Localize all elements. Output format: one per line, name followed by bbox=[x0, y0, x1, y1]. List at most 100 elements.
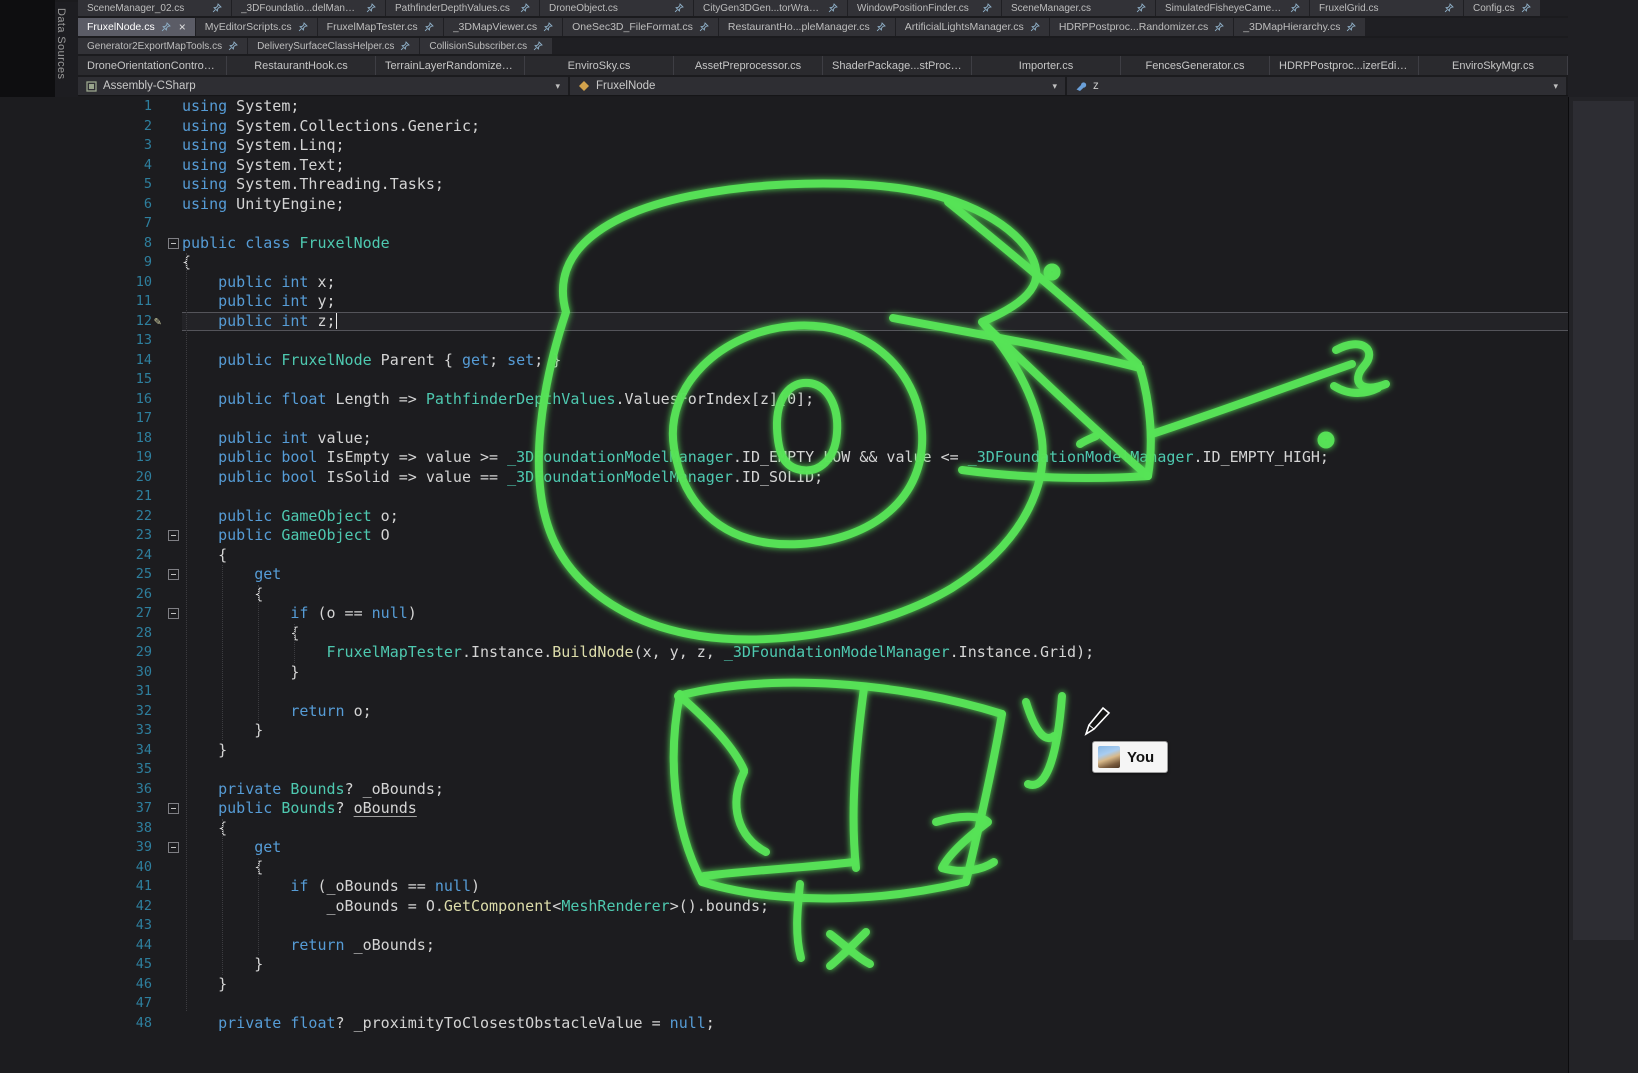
edit-pencil-icon: ✎ bbox=[152, 315, 161, 327]
pin-icon[interactable] bbox=[161, 22, 171, 32]
tab-MyEditorScripts.cs[interactable]: MyEditorScripts.cs bbox=[196, 18, 317, 36]
code-line: 38 { bbox=[0, 819, 1568, 839]
tab-PathfinderDepthValues.cs[interactable]: PathfinderDepthValues.cs bbox=[386, 0, 539, 16]
project-dropdown[interactable]: Assembly-CSharp ▾ bbox=[78, 77, 570, 95]
tab-RestaurantHook.cs[interactable]: RestaurantHook.cs bbox=[227, 56, 376, 75]
scrollbar-thumb[interactable] bbox=[1573, 101, 1634, 940]
tab-ArtificialLightsManager.cs[interactable]: ArtificialLightsManager.cs bbox=[896, 18, 1049, 36]
code-line: 7 bbox=[0, 214, 1568, 234]
pin-icon[interactable] bbox=[1136, 3, 1146, 13]
pin-icon[interactable] bbox=[1521, 3, 1531, 13]
code-line: 39 get bbox=[0, 838, 1568, 858]
tab-AssetPreprocessor.cs[interactable]: AssetPreprocessor.cs bbox=[674, 56, 823, 75]
tab-TerrainLayerRandomizer.cs[interactable]: TerrainLayerRandomizer.cs bbox=[376, 56, 525, 75]
pin-icon[interactable] bbox=[424, 22, 434, 32]
tab-ShaderPackage...stProcessor.cs[interactable]: ShaderPackage...stProcessor.cs bbox=[823, 56, 972, 75]
pin-icon[interactable] bbox=[228, 41, 238, 51]
gutter bbox=[152, 721, 182, 741]
gutter bbox=[152, 643, 182, 663]
fold-collapse-icon[interactable] bbox=[168, 608, 179, 619]
pin-icon[interactable] bbox=[1290, 3, 1300, 13]
tab-SimulatedFisheyeCamera.cs[interactable]: SimulatedFisheyeCamera.cs bbox=[1156, 0, 1309, 16]
tab-CollisionSubscriber.cs[interactable]: CollisionSubscriber.cs bbox=[420, 38, 552, 54]
pin-icon[interactable] bbox=[212, 3, 222, 13]
tab-label: DroneOrientationController.cs bbox=[87, 60, 217, 72]
fold-collapse-icon[interactable] bbox=[168, 803, 179, 814]
pin-icon[interactable] bbox=[674, 3, 684, 13]
pin-icon[interactable] bbox=[828, 3, 838, 13]
fold-collapse-icon[interactable] bbox=[168, 569, 179, 580]
close-tab-icon[interactable]: × bbox=[179, 21, 186, 33]
tab-_3DMapHierarchy.cs[interactable]: _3DMapHierarchy.cs bbox=[1234, 18, 1365, 36]
tab-RestaurantHo...pleManager.cs[interactable]: RestaurantHo...pleManager.cs bbox=[719, 18, 895, 36]
tab-FencesGenerator.cs[interactable]: FencesGenerator.cs bbox=[1121, 56, 1270, 75]
tab-CityGen3DGen...torWrapper.cs[interactable]: CityGen3DGen...torWrapper.cs bbox=[694, 0, 847, 16]
pin-icon[interactable] bbox=[1346, 22, 1356, 32]
tab-FruxelGrid.cs[interactable]: FruxelGrid.cs bbox=[1310, 0, 1463, 16]
class-icon bbox=[578, 80, 590, 92]
pin-icon[interactable] bbox=[298, 22, 308, 32]
pin-icon[interactable] bbox=[1214, 22, 1224, 32]
tab-HDRPPostproc...izerEditor.cs[interactable]: HDRPPostproc...izerEditor.cs bbox=[1270, 56, 1419, 75]
tab-WindowPositionFinder.cs[interactable]: WindowPositionFinder.cs bbox=[848, 0, 1001, 16]
tab-DroneObject.cs[interactable]: DroneObject.cs bbox=[540, 0, 693, 16]
fold-collapse-icon[interactable] bbox=[168, 842, 179, 853]
fold-collapse-icon[interactable] bbox=[168, 530, 179, 541]
tab-EnviroSkyMgr.cs[interactable]: EnviroSkyMgr.cs bbox=[1419, 56, 1568, 75]
tab-_3DMapViewer.cs[interactable]: _3DMapViewer.cs bbox=[444, 18, 562, 36]
line-number: 29 bbox=[0, 643, 152, 663]
line-number: 43 bbox=[0, 916, 152, 936]
tab-label: FruxelGrid.cs bbox=[1319, 3, 1438, 14]
tab-HDRPPostproc...Randomizer.cs[interactable]: HDRPPostproc...Randomizer.cs bbox=[1050, 18, 1233, 36]
gutter bbox=[152, 429, 182, 449]
tab-label: SceneManager_02.cs bbox=[87, 3, 206, 14]
code-line: 35 bbox=[0, 760, 1568, 780]
line-number: 44 bbox=[0, 936, 152, 956]
code-editor[interactable]: 1using System;2using System.Collections.… bbox=[0, 97, 1568, 1073]
pin-icon[interactable] bbox=[520, 3, 530, 13]
pin-icon[interactable] bbox=[1030, 22, 1040, 32]
pin-icon[interactable] bbox=[366, 3, 376, 13]
pin-icon[interactable] bbox=[876, 22, 886, 32]
project-icon bbox=[86, 81, 97, 92]
tab-FruxelMapTester.cs[interactable]: FruxelMapTester.cs bbox=[318, 18, 443, 36]
fold-collapse-icon[interactable] bbox=[168, 238, 179, 249]
gutter bbox=[152, 936, 182, 956]
line-number: 9 bbox=[0, 253, 152, 273]
tab-OneSec3D_FileFormat.cs[interactable]: OneSec3D_FileFormat.cs bbox=[563, 18, 718, 36]
tab-DeliverySurfaceClassHelper.cs[interactable]: DeliverySurfaceClassHelper.cs bbox=[248, 38, 419, 54]
tab-DroneOrientationController.cs[interactable]: DroneOrientationController.cs bbox=[78, 56, 227, 75]
tab-Importer.cs[interactable]: Importer.cs bbox=[972, 56, 1121, 75]
tab-Config.cs[interactable]: Config.cs bbox=[1464, 0, 1540, 16]
tab-SceneManager.cs[interactable]: SceneManager.cs bbox=[1002, 0, 1155, 16]
gutter bbox=[152, 507, 182, 527]
line-number: 12 bbox=[0, 312, 152, 332]
gutter bbox=[152, 682, 182, 702]
vertical-scrollbar[interactable] bbox=[1568, 97, 1638, 1073]
code-line: 9{ bbox=[0, 253, 1568, 273]
tab-Generator2ExportMapTools.cs[interactable]: Generator2ExportMapTools.cs bbox=[78, 38, 247, 54]
pin-icon[interactable] bbox=[543, 22, 553, 32]
tab-_3DFoundatio...delManager.cs[interactable]: _3DFoundatio...delManager.cs bbox=[232, 0, 385, 16]
gutter bbox=[152, 234, 182, 254]
pin-icon[interactable] bbox=[533, 41, 543, 51]
tab-FruxelNode.cs[interactable]: FruxelNode.cs× bbox=[78, 18, 195, 36]
tab-row-4: DroneOrientationController.cs RestaurantH… bbox=[78, 56, 1568, 75]
line-number: 47 bbox=[0, 994, 152, 1014]
pin-icon[interactable] bbox=[982, 3, 992, 13]
text-caret bbox=[336, 313, 338, 329]
pin-icon[interactable] bbox=[1444, 3, 1454, 13]
left-edge-strip bbox=[0, 0, 55, 97]
tab-SceneManager_02.cs[interactable]: SceneManager_02.cs bbox=[78, 0, 231, 16]
tab-EnviroSky.cs[interactable]: EnviroSky.cs bbox=[525, 56, 674, 75]
code-line: 33 } bbox=[0, 721, 1568, 741]
member-dropdown[interactable]: z ▾ bbox=[1067, 77, 1568, 95]
type-dropdown[interactable]: FruxelNode ▾ bbox=[570, 77, 1067, 95]
line-number: 19 bbox=[0, 448, 152, 468]
pin-icon[interactable] bbox=[699, 22, 709, 32]
tab-label: MyEditorScripts.cs bbox=[205, 21, 292, 33]
vs-editor-window: Data Sources SceneManager_02.cs_3DFounda… bbox=[0, 0, 1638, 1073]
code-line: 26 { bbox=[0, 585, 1568, 605]
line-number: 13 bbox=[0, 331, 152, 351]
pin-icon[interactable] bbox=[400, 41, 410, 51]
